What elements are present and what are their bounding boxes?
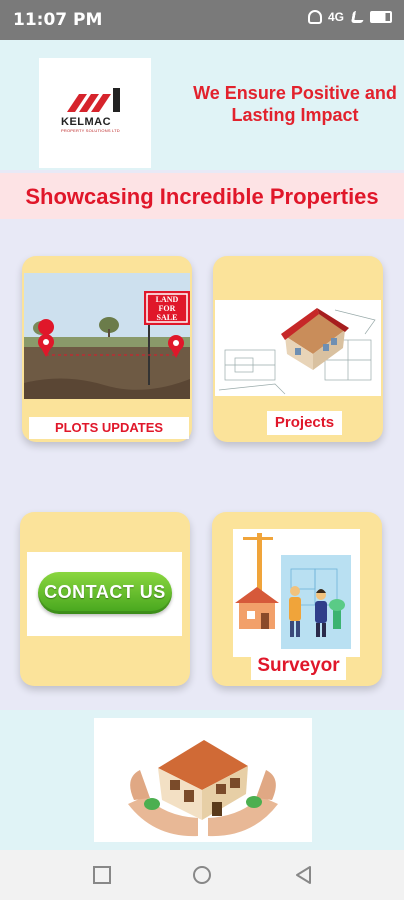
land-for-sale-sign: LAND FOR SALE (146, 295, 188, 322)
contact-us-text: CONTACT US (44, 582, 166, 602)
battery-icon (370, 11, 392, 23)
back-button[interactable] (293, 864, 315, 886)
bottom-section (0, 710, 404, 850)
home-button[interactable] (191, 864, 213, 886)
projects-image (215, 300, 381, 396)
surveyor-illustration (235, 533, 351, 649)
system-nav-bar (0, 850, 404, 900)
status-icons: 4G (308, 10, 392, 24)
status-time: 11:07 PM (13, 10, 103, 30)
surveyor-label: Surveyor (251, 652, 346, 680)
network-icon: 4G (328, 10, 345, 24)
plots-image: LAND FOR SALE (24, 273, 190, 399)
logo-text: KELMAC (61, 116, 112, 128)
tagline: We Ensure Positive and Lasting Impact (192, 82, 398, 126)
cards-row-2: CONTACT US Surveyor (0, 488, 404, 710)
contact-image: CONTACT US (27, 552, 182, 636)
plots-updates-card[interactable]: LAND FOR SALE PLOTS UPDATES (22, 256, 192, 442)
house-in-hands-image (94, 718, 312, 842)
cards-row-1: LAND FOR SALE PLOTS UPDATES Projects (0, 232, 404, 460)
signal-icon (350, 11, 366, 23)
company-logo: KELMAC PROPERTY SOLUTIONS LTD (39, 58, 151, 168)
recents-button[interactable] (91, 864, 113, 886)
header: KELMAC PROPERTY SOLUTIONS LTD We Ensure … (0, 40, 404, 170)
plots-updates-label: PLOTS UPDATES (29, 417, 189, 439)
banner-title: Showcasing Incredible Properties (25, 184, 379, 209)
banner: Showcasing Incredible Properties (0, 173, 404, 219)
projects-label: Projects (267, 411, 342, 435)
tagline-line-2: Lasting Impact (231, 105, 359, 125)
contact-us-button[interactable]: CONTACT US (38, 572, 172, 614)
land-plot-illustration (24, 273, 190, 399)
mute-icon (308, 10, 322, 24)
sign-line-3: SALE (156, 313, 178, 322)
logo-subtext: PROPERTY SOLUTIONS LTD (61, 128, 120, 133)
house-blueprint-illustration (218, 308, 376, 395)
sign-line-1: LAND (155, 295, 179, 304)
surveyor-card[interactable]: Surveyor (212, 512, 382, 686)
contact-us-card[interactable]: CONTACT US (20, 512, 190, 686)
tagline-line-1: We Ensure Positive and (193, 83, 397, 103)
surveyor-image (233, 529, 360, 657)
sign-line-2: FOR (158, 304, 176, 313)
house-in-hands-illustration (128, 740, 278, 837)
projects-card[interactable]: Projects (213, 256, 383, 442)
status-bar: 11:07 PM 4G (0, 0, 404, 40)
